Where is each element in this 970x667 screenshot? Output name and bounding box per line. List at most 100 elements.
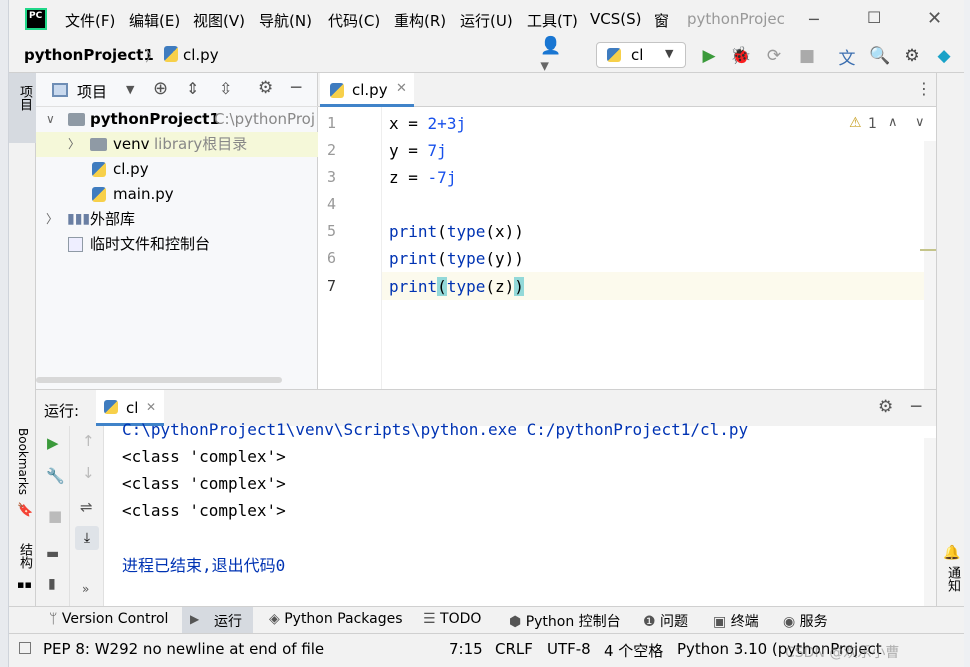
tool-tab-terminal[interactable]: ▣ 终端: [713, 611, 759, 631]
chevron-down-icon[interactable]: ▼: [126, 83, 134, 96]
more-options-icon[interactable]: ⋮: [916, 79, 932, 98]
menu-code[interactable]: 代码(C): [328, 10, 380, 31]
more-tools-icon[interactable]: »: [82, 582, 89, 596]
chevron-down-icon: ▼: [665, 47, 674, 60]
user-icon[interactable]: 👤▾: [540, 36, 561, 76]
run-icon[interactable]: ▶: [699, 46, 719, 66]
menu-refactor[interactable]: 重构(R): [394, 10, 446, 31]
editor-scrollbar[interactable]: [924, 141, 936, 389]
tree-file-main[interactable]: main.py: [36, 182, 318, 207]
edit-config-wrench-icon[interactable]: 🔧: [46, 467, 65, 485]
collapse-all-icon[interactable]: ⇳: [219, 79, 232, 98]
pin-icon[interactable]: ▮: [48, 576, 56, 592]
caret-position[interactable]: 7:15: [449, 640, 483, 658]
soft-wrap-icon[interactable]: ⇌: [80, 498, 93, 516]
stop-icon[interactable]: ■: [48, 507, 62, 525]
menu-navigate[interactable]: 导航(N): [259, 10, 312, 31]
minimize-icon[interactable]: ─: [809, 10, 819, 29]
warning-count[interactable]: 1: [868, 116, 877, 132]
panel-settings-icon[interactable]: ⚙: [258, 78, 273, 98]
coverage-icon[interactable]: ⟳: [764, 46, 784, 66]
stop-icon[interactable]: ■: [797, 46, 817, 66]
python-file-icon: [92, 162, 106, 177]
tool-tab-todo[interactable]: ☰ TODO: [423, 611, 481, 627]
close-icon[interactable]: ✕: [927, 8, 942, 29]
status-toggle-icon[interactable]: [19, 642, 31, 654]
python-file-icon: [92, 187, 106, 202]
warning-icon[interactable]: ⚠: [849, 115, 862, 131]
run-panel-label: 运行:: [44, 402, 80, 420]
run-tab-label: cl: [126, 399, 139, 417]
menu-run[interactable]: 运行(U): [460, 10, 513, 31]
maximize-icon[interactable]: ☐: [867, 8, 881, 27]
layout-icon[interactable]: ▬: [46, 546, 59, 562]
tool-tab-version-control[interactable]: ᛘ Version Control: [49, 611, 168, 627]
tool-tab-services[interactable]: ◉ 服务: [783, 611, 828, 631]
scroll-down-icon[interactable]: ↓: [82, 464, 95, 482]
navigation-bar: pythonProject1 〉 cl.py 👤▾ cl ▼ ▶ 🐞 ⟳ ■ 文…: [9, 36, 964, 76]
next-highlight-icon[interactable]: ∨: [915, 115, 925, 130]
project-panel-title[interactable]: 项目: [77, 81, 107, 102]
breadcrumb-file[interactable]: cl.py: [183, 46, 219, 64]
run-settings-icon[interactable]: ⚙: [878, 397, 893, 417]
tree-venv[interactable]: 〉 venv library根目录: [36, 132, 318, 157]
code-line-7: print(type(z)): [389, 277, 524, 296]
breadcrumb-project[interactable]: pythonProject1: [24, 46, 154, 64]
rerun-icon[interactable]: ▶: [47, 434, 59, 452]
left-tool-strip: 项目 Bookmarks 🔖 结构 ▪▪: [9, 73, 36, 606]
tool-tab-label: Version Control: [61, 611, 169, 627]
tree-scratches[interactable]: 临时文件和控制台: [36, 232, 318, 257]
menu-edit[interactable]: 编辑(E): [129, 10, 180, 31]
code-area[interactable]: x = 2+3j y = 7j z = -7j print(type(x)) p…: [318, 107, 924, 397]
translate-icon[interactable]: 文: [837, 46, 857, 69]
debug-icon[interactable]: 🐞: [730, 46, 751, 66]
close-tab-icon[interactable]: ✕: [396, 81, 407, 96]
code-line-2: y = 7j: [389, 137, 447, 164]
project-horizontal-scrollbar[interactable]: [36, 377, 282, 383]
previous-highlight-icon[interactable]: ∧: [888, 115, 898, 130]
code-arg: z: [494, 277, 505, 296]
scroll-to-end-icon[interactable]: ⤓: [75, 526, 99, 550]
tree-external-libs[interactable]: 〉 ▮▮▮ 外部库: [36, 207, 318, 232]
desktop-left-edge: [0, 0, 9, 667]
menu-window[interactable]: 窗: [654, 10, 669, 31]
chevron-right-icon: 〉: [46, 212, 59, 226]
indent-setting[interactable]: 4 个空格: [604, 640, 663, 661]
tool-tab-python-packages[interactable]: ◈ Python Packages: [269, 611, 403, 627]
editor-tab-cl[interactable]: cl.py ✕: [320, 73, 414, 107]
project-tool-tab[interactable]: 项目: [9, 73, 36, 143]
file-encoding[interactable]: UTF-8: [547, 640, 591, 658]
todo-list-icon: ☰: [423, 611, 441, 627]
bookmark-icon[interactable]: 🔖: [17, 503, 33, 518]
run-config-select[interactable]: cl ▼: [596, 42, 686, 68]
expand-all-icon[interactable]: ⇕: [186, 79, 199, 98]
tree-file-cl[interactable]: cl.py: [36, 157, 318, 182]
code-line-5: print(type(x)): [389, 222, 524, 241]
tool-tab-problems[interactable]: ❶ 问题: [643, 611, 688, 631]
menu-file[interactable]: 文件(F): [65, 10, 115, 31]
hide-panel-icon[interactable]: ─: [291, 78, 301, 98]
tool-tab-python-console[interactable]: ⬢ Python 控制台: [509, 611, 621, 631]
locate-target-icon[interactable]: ⊕: [153, 78, 168, 99]
notification-bell-icon[interactable]: 🔔: [943, 545, 960, 561]
window-title: pythonProjec: [687, 10, 785, 28]
tree-root[interactable]: ∨ pythonProject1 C:\pythonProj: [36, 107, 318, 132]
menu-vcs[interactable]: VCS(S): [590, 10, 641, 28]
menu-view[interactable]: 视图(V): [193, 10, 245, 31]
notifications-tool-label[interactable]: 通知: [943, 566, 962, 592]
scroll-up-icon[interactable]: ↑: [82, 432, 95, 450]
menu-tools[interactable]: 工具(T): [527, 10, 578, 31]
settings-gear-icon[interactable]: ⚙: [902, 46, 922, 66]
bookmarks-tool-label[interactable]: Bookmarks: [16, 428, 30, 495]
run-panel: 运行: cl ✕ ⚙ ─ ▶ 🔧 ■ ▬ ▮ ↑ ↓ ⇌ ⤓ » C:\pyth…: [36, 389, 936, 607]
structure-tool-label[interactable]: 结构: [15, 543, 34, 569]
close-tab-icon[interactable]: ✕: [146, 400, 156, 414]
console-scrollbar[interactable]: [924, 438, 936, 607]
status-message[interactable]: PEP 8: W292 no newline at end of file: [43, 640, 324, 658]
line-separator[interactable]: CRLF: [495, 640, 533, 658]
search-icon[interactable]: 🔍: [869, 46, 890, 66]
structure-icon[interactable]: ▪▪: [17, 578, 32, 591]
hide-panel-icon[interactable]: ─: [911, 397, 921, 417]
tool-tab-run[interactable]: ▶ 运行: [182, 607, 253, 634]
jetbrains-toolbox-icon[interactable]: ◆: [934, 46, 954, 66]
